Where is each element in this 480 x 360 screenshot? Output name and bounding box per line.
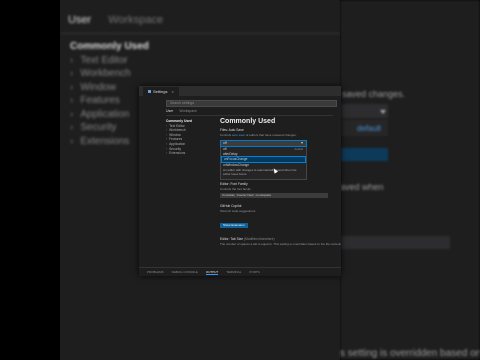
panel-tab-terminal[interactable]: TERMINAL	[226, 270, 241, 274]
panel-tab-output[interactable]: OUTPUT	[205, 270, 219, 275]
bg-default-right: default	[357, 124, 382, 133]
panel-tabs: PROBLEMS DEBUG CONSOLE OUTPUT TERMINAL P…	[139, 267, 341, 276]
bg-saved-when-right: aved when	[340, 182, 384, 192]
desc-suffix: of editors that have unsaved changes.	[245, 133, 297, 137]
bg-tree-item: Window	[70, 81, 149, 95]
bg-tree-head: Commonly Used	[70, 41, 149, 52]
bg-tree-item: Extensions	[70, 135, 149, 149]
font-family-field[interactable]: Consolas, 'Courier New', monospace	[220, 192, 328, 198]
panel-tab-debug-console[interactable]: DEBUG CONSOLE	[172, 270, 198, 274]
bg-settings-tree: Commonly Used Text Editor Workbench Wind…	[70, 40, 149, 148]
settings-icon	[148, 90, 151, 93]
panel-tab-ports[interactable]: PORTS	[249, 270, 259, 274]
option-on-focus-change[interactable]: onFocusChange	[221, 156, 306, 163]
bg-scope-user: User	[68, 14, 92, 26]
settings-nav-tree: Commonly Used Text Editor Workbench Wind…	[166, 119, 192, 156]
option-label: onWindowChange	[223, 162, 250, 167]
bg-tree-item: Security	[70, 121, 149, 135]
setting-label: Files: Auto Save	[220, 128, 244, 132]
bg-tree-item: Application	[70, 108, 149, 122]
setting-tab-size: Editor: Tab Size (Modified elsewhere) Th…	[220, 237, 341, 246]
setting-label: Editor: Tab Size (Modified elsewhere)	[220, 237, 340, 241]
option-label: onFocusChange	[224, 157, 248, 162]
setting-copilot: GitHub Copilot Show AI code suggestions.…	[220, 204, 340, 231]
scope-tabs: User Workspace	[166, 109, 197, 113]
setting-label: Editor: Font Family	[220, 181, 248, 186]
tab-user[interactable]: User	[166, 109, 173, 113]
close-icon[interactable]: ×	[171, 89, 173, 94]
desc-prefix: Controls	[220, 133, 232, 137]
bg-hl-right	[340, 148, 388, 161]
settings-content: Commonly Used Files: Auto Save Controls …	[220, 118, 341, 246]
auto-save-link[interactable]: auto save	[232, 133, 245, 137]
search-input[interactable]: Search settings	[166, 100, 337, 107]
option-label: afterDelay	[223, 151, 238, 156]
bg-tree-item: Workbench	[70, 67, 149, 81]
setting-description: Show AI code suggestions.	[220, 208, 257, 213]
bg-scope-workspace: Workspace	[108, 14, 164, 26]
show-extension-button[interactable]: Show Extension	[220, 222, 248, 228]
bg-tree-item: Features	[70, 94, 149, 108]
tab-settings[interactable]: Settings ×	[143, 87, 179, 96]
tab-settings-label: Settings	[153, 89, 168, 94]
nav-item-commonly-used[interactable]: Commonly Used	[166, 119, 192, 124]
auto-save-select[interactable]: off	[220, 140, 307, 147]
bg-saved-changes-right: saved changes.	[342, 89, 406, 99]
setting-font-family: Editor: Font Family Controls the font fa…	[220, 182, 340, 198]
auto-save-selected: off	[223, 141, 227, 145]
auto-save-options: off default afterDelay onFocusChange onW…	[220, 147, 307, 180]
option-description: An editor with changes is automatically …	[223, 168, 297, 177]
tab-size-label: Editor: Tab Size	[220, 236, 244, 241]
bg-right-panel: saved changes. default aved when s setti…	[340, 0, 480, 360]
option-on-window-change[interactable]: onWindowChange	[221, 163, 306, 168]
bg-input-right	[340, 236, 450, 249]
editor-tabs: Settings ×	[143, 87, 179, 96]
setting-auto-save: Files: Auto Save Controls auto save of e…	[220, 128, 340, 180]
bg-chevron-right-icon	[380, 110, 386, 114]
divider	[166, 115, 333, 116]
nav-item-extensions[interactable]: Extensions	[166, 151, 192, 156]
setting-description: Controls auto save of editors that have …	[220, 133, 340, 137]
bg-tree-item: Text Editor	[70, 54, 149, 68]
modified-elsewhere[interactable]: (Modified elsewhere)	[244, 237, 275, 241]
setting-description: Controls the font family.	[220, 186, 252, 191]
tab-workspace[interactable]: Workspace	[179, 109, 196, 113]
chevron-down-icon	[301, 142, 303, 144]
title-bar: Settings ×	[139, 86, 341, 96]
page-title: Commonly Used	[220, 118, 276, 125]
left-letterbox	[0, 0, 60, 360]
settings-window: Settings × Search settings User Workspac…	[139, 86, 341, 276]
bg-scope-tabs: User Workspace	[68, 14, 177, 26]
setting-description: The number of spaces a tab is equal to. …	[220, 241, 341, 246]
option-label: off	[223, 147, 227, 151]
panel-tab-problems[interactable]: PROBLEMS	[147, 270, 164, 274]
bg-bottom-right: s setting is overridden based on the fil	[340, 348, 480, 359]
setting-label: GitHub Copilot	[220, 203, 242, 208]
